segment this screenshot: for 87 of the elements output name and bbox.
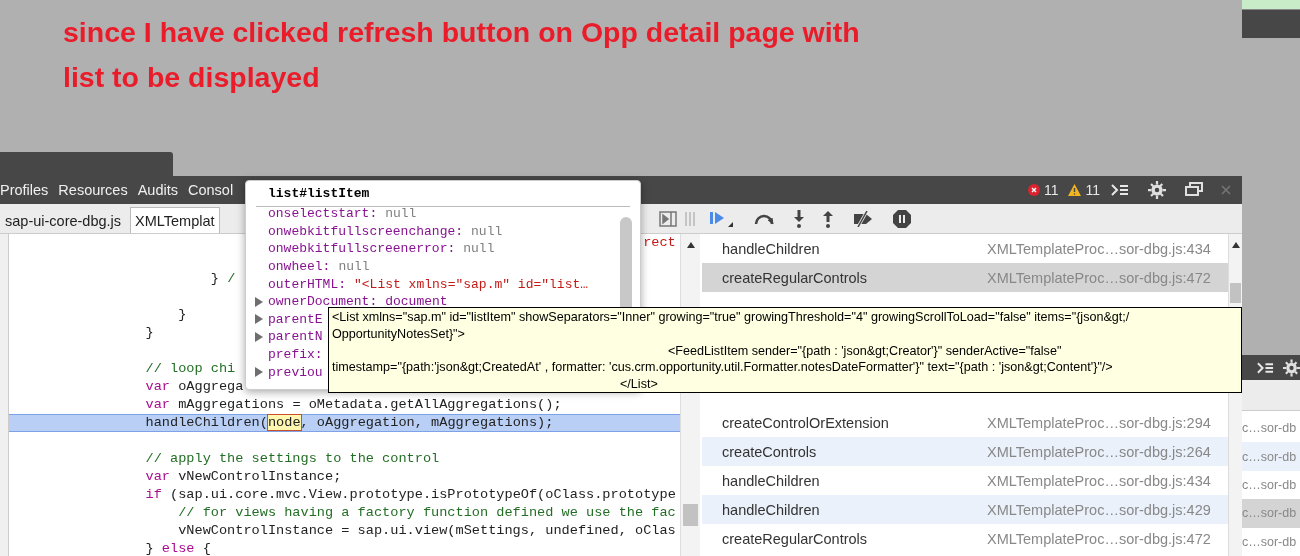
code-line: // for views having a factory function defined we use the fac (178, 505, 676, 520)
deactivate-breakpoints-icon[interactable] (852, 210, 874, 227)
settings-icon[interactable] (1282, 358, 1300, 377)
scrollbar-thumb[interactable] (1230, 283, 1241, 303)
code-line: vNewControlInstance = sap.ui.view(mSettings, undefined, oClas (178, 523, 676, 538)
property-value: null (463, 241, 495, 257)
property-value: null (471, 223, 503, 239)
code-line: // apply the settings to the control (145, 451, 440, 466)
call-frame[interactable]: createRegularControls XMLTemplateProc…sor-dbg.js:472 (702, 263, 1228, 292)
panel-tab[interactable]: Profiles (0, 182, 54, 198)
dock-icon[interactable] (1184, 181, 1204, 199)
call-frame[interactable]: createControls XMLTemplateProc…sor-dbg.js:264 (702, 437, 1228, 466)
property-name: onwheel: (268, 259, 331, 275)
code-line: var mAggregations = oMetadata.getAllAggregations(); (145, 397, 562, 412)
property-value: null (338, 259, 370, 275)
panel-tab[interactable]: Audits (132, 182, 183, 198)
property-value: document (385, 294, 448, 310)
property-value: null (385, 206, 417, 222)
resume-icon[interactable] (710, 209, 734, 228)
code-line: handleChildren(node, oAggregation, mAggregations); (145, 415, 554, 430)
expand-arrow-icon[interactable] (254, 331, 264, 342)
property-value: "<List xmlns="sap.m" id="list… (354, 276, 589, 292)
tooltip-line: OpportunityNotesSet}"> (332, 325, 466, 343)
expand-arrow-icon[interactable] (254, 314, 264, 325)
background-window (1242, 10, 1300, 38)
code-line: var vNewControlInstance; (145, 469, 342, 484)
error-count: 11 (1043, 182, 1059, 198)
tooltip-line: <List xmlns="sap.m" id="listItem" showSeparators="Inner" growing="true" growingThreshold="4" growingScrollToLoad="false" items="{json&gt;/ (332, 309, 1131, 326)
scroll-up-icon[interactable] (1230, 241, 1241, 249)
property-name: parentE (268, 311, 323, 327)
function-name: handleChildren (722, 240, 821, 257)
code-line: } / (210, 271, 236, 286)
property-name: onwebkitfullscreenchange: (268, 223, 464, 239)
panel-tab[interactable]: Consol (183, 182, 239, 198)
tooltip-line: timestamp="{path:'json&gt;CreatedAt' , formatter: 'cus.crm.opportunity.util.Formatter.notesDateFormatter'}" text="{path : 'json&gt;Content'}"/> (332, 359, 1114, 377)
code-line: } else { (145, 541, 211, 556)
step-out-icon[interactable] (823, 209, 833, 228)
annotation-text: list to be displayed (63, 60, 321, 95)
grip-icon[interactable] (685, 211, 695, 226)
property-name: parentN (268, 329, 323, 345)
tooltip-line: </List> (619, 376, 659, 393)
function-name: createControlOrExtension (722, 414, 890, 431)
code-line: rect (643, 235, 676, 250)
toolbar (1242, 380, 1300, 411)
property-name: onselectstart: (268, 206, 378, 222)
pane-toggle-icon[interactable] (659, 210, 677, 227)
expand-arrow-icon[interactable] (254, 367, 264, 378)
warning-icon[interactable] (1068, 184, 1082, 196)
function-name: handleChildren (722, 501, 821, 518)
annotation-text: since I have clicked refresh button on Opp detail page with (63, 15, 860, 50)
error-icon[interactable] (1027, 184, 1040, 196)
console-icon[interactable] (1110, 182, 1130, 198)
window-strip (1242, 0, 1300, 10)
expand-arrow-icon[interactable] (254, 296, 264, 307)
code-line: } (178, 307, 187, 322)
step-into-icon[interactable] (794, 209, 804, 228)
scrollbar-thumb[interactable] (682, 504, 699, 526)
pause-icon[interactable] (893, 209, 911, 228)
function-name: createControls (722, 443, 818, 460)
source-location: XMLTemplateProc…sor-dbg.js:472 (987, 530, 1211, 547)
property-name: prefix: (268, 347, 323, 363)
source-location: XMLTemplateProc…sor-dbg.js:434 (987, 472, 1211, 489)
function-name: handleChildren (722, 472, 821, 489)
settings-icon[interactable] (1148, 181, 1166, 199)
code-line: var oAggrega (145, 379, 244, 394)
function-name: createRegularControls (722, 269, 869, 286)
code-line: // loop chi (145, 361, 236, 376)
popover-title: list#listItem (256, 181, 630, 207)
property-name: previou (268, 364, 323, 380)
source-location: XMLTemplateProc…sor-dbg.js:264 (987, 443, 1211, 460)
file-tab[interactable]: XMLTemplat (130, 207, 220, 233)
source-location: XMLTemplateProc…sor-dbg.js:294 (987, 414, 1211, 431)
source-location: XMLTemplateProc…sor-dbg.js:434 (987, 240, 1211, 257)
property-name: ownerDocument: (268, 294, 378, 310)
property-name: outerHTML: (268, 276, 346, 292)
call-frame[interactable]: handleChildren XMLTemplateProc…sor-dbg.js:429 (702, 495, 1228, 524)
source-location: XMLTemplateProc…sor-dbg.js:472 (987, 269, 1211, 286)
code-line: if (sap.ui.core.mvc.View.prototype.isPrototypeOf(oClass.prototype (145, 487, 676, 502)
warning-count: 11 (1085, 182, 1100, 198)
tooltip-line: <FeedListItem sender="{path : 'json&gt;Creator'}" senderActive="false" (667, 342, 1063, 360)
panel-tab[interactable]: Resources (53, 182, 133, 198)
source-location: XMLTemplateProc…sor-dbg.js:429 (987, 501, 1211, 518)
function-name: createRegularControls (722, 530, 869, 547)
code-line: } (145, 325, 154, 340)
scroll-up-icon[interactable] (685, 241, 696, 249)
property-name: onwebkitfullscreenerror: (268, 241, 456, 257)
file-tab[interactable]: sap-ui-core-dbg.js (0, 207, 127, 233)
